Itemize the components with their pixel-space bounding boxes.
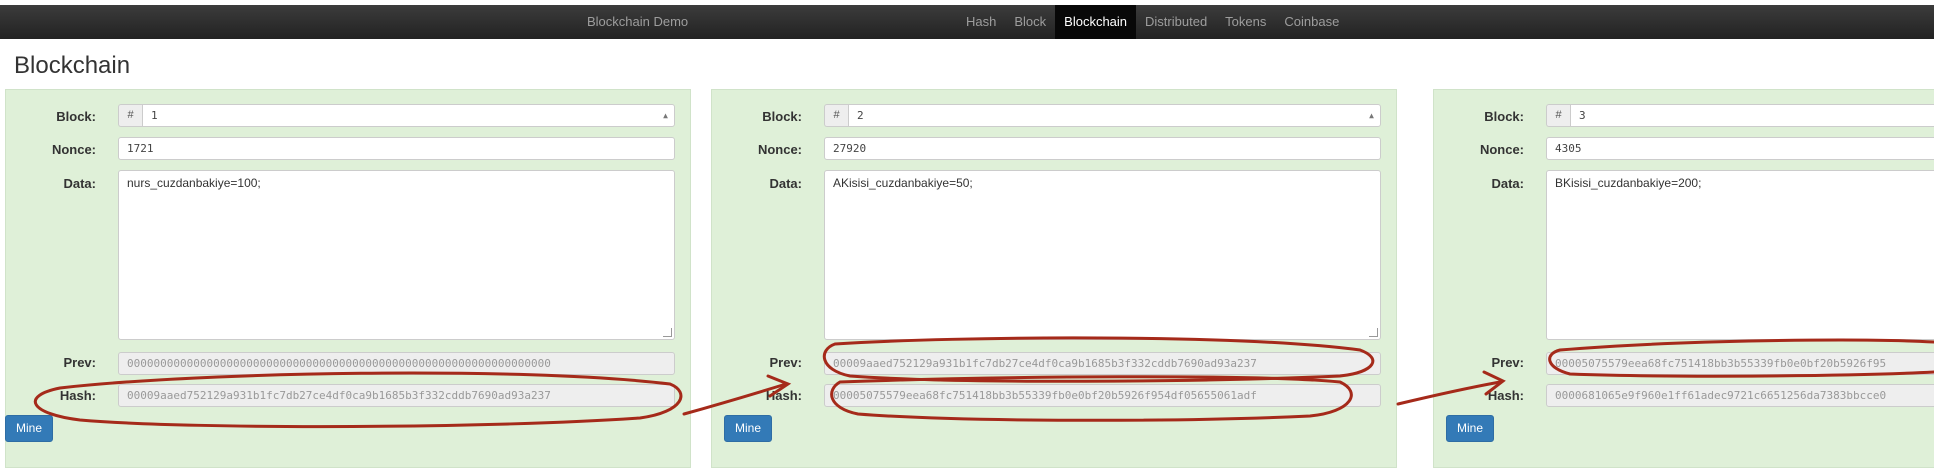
data-textarea[interactable]: AKisisi_cuzdanbakiye=50; bbox=[824, 170, 1381, 340]
hash-label: Hash: bbox=[765, 388, 802, 403]
block-number-value: 1 bbox=[151, 109, 158, 122]
hash-addon: # bbox=[118, 104, 142, 127]
block-label: Block: bbox=[762, 109, 802, 124]
block-number-input[interactable]: # 2 ▲ bbox=[824, 104, 1381, 127]
block-number-input[interactable]: # 1 ▲ bbox=[118, 104, 675, 127]
data-label: Data: bbox=[769, 176, 802, 191]
nav-links: Hash Block Blockchain Distributed Tokens… bbox=[957, 5, 1348, 39]
data-text: AKisisi_cuzdanbakiye=50; bbox=[833, 176, 973, 190]
navbar: Blockchain Demo Hash Block Blockchain Di… bbox=[0, 5, 1934, 39]
prev-label: Prev: bbox=[769, 355, 802, 370]
block-number-value: 2 bbox=[857, 109, 864, 122]
nav-coinbase[interactable]: Coinbase bbox=[1275, 5, 1348, 39]
nav-block[interactable]: Block bbox=[1005, 5, 1055, 39]
nav-distributed[interactable]: Distributed bbox=[1136, 5, 1216, 39]
nonce-label: Nonce: bbox=[1479, 142, 1524, 157]
resize-handle-icon[interactable] bbox=[1369, 328, 1378, 337]
prev-hash-field: 0000000000000000000000000000000000000000… bbox=[118, 352, 675, 375]
data-text: BKisisi_cuzdanbakiye=200; bbox=[1555, 176, 1702, 190]
nonce-input[interactable]: 1721 bbox=[118, 137, 675, 160]
nonce-input[interactable]: 4305 bbox=[1546, 137, 1934, 160]
spinner-icon[interactable]: ▲ bbox=[1369, 105, 1374, 126]
nonce-label: Nonce: bbox=[757, 142, 802, 157]
block-number-input[interactable]: # 3 bbox=[1546, 104, 1934, 127]
prev-hash-field: 00009aaed752129a931b1fc7db27ce4df0ca9b16… bbox=[824, 352, 1381, 375]
hash-field: 00009aaed752129a931b1fc7db27ce4df0ca9b16… bbox=[118, 384, 675, 407]
mine-button[interactable]: Mine bbox=[724, 415, 773, 442]
prev-label: Prev: bbox=[63, 355, 96, 370]
resize-handle-icon[interactable] bbox=[663, 328, 672, 337]
data-text: nurs_cuzdanbakiye=100; bbox=[127, 176, 261, 190]
spinner-icon[interactable]: ▲ bbox=[663, 105, 668, 126]
nonce-label: Nonce: bbox=[51, 142, 96, 157]
nav-hash[interactable]: Hash bbox=[957, 5, 1005, 39]
mine-button[interactable]: Mine bbox=[1446, 415, 1495, 442]
block-number-value: 3 bbox=[1579, 109, 1586, 122]
hash-addon: # bbox=[1546, 104, 1570, 127]
block-label: Block: bbox=[56, 109, 96, 124]
page-title: Blockchain bbox=[14, 52, 131, 79]
data-textarea[interactable]: BKisisi_cuzdanbakiye=200; bbox=[1546, 170, 1934, 340]
data-label: Data: bbox=[63, 176, 96, 191]
nav-blockchain[interactable]: Blockchain bbox=[1055, 5, 1137, 39]
hash-addon: # bbox=[824, 104, 848, 127]
nonce-input[interactable]: 27920 bbox=[824, 137, 1381, 160]
brand-link[interactable]: Blockchain Demo bbox=[587, 5, 688, 39]
block-card-2: Block: # 2 ▲ Nonce: 27920 Data: AKisisi_c… bbox=[711, 89, 1397, 468]
hash-label: Hash: bbox=[1487, 388, 1524, 403]
prev-label: Prev: bbox=[1491, 355, 1524, 370]
data-label: Data: bbox=[1491, 176, 1524, 191]
data-textarea[interactable]: nurs_cuzdanbakiye=100; bbox=[118, 170, 675, 340]
prev-hash-field: 00005075579eea68fc751418bb3b55339fb0e0bf… bbox=[1546, 352, 1934, 375]
hash-field: 0000681065e9f960e1ff61adec9721c6651256da… bbox=[1546, 384, 1934, 407]
block-card-3: Block: # 3 Nonce: 4305 Data: BKisisi_cuz… bbox=[1433, 89, 1934, 468]
hash-field: 00005075579eea68fc751418bb3b55339fb0e0bf… bbox=[824, 384, 1381, 407]
block-label: Block: bbox=[1484, 109, 1524, 124]
mine-button[interactable]: Mine bbox=[5, 415, 54, 442]
hash-label: Hash: bbox=[59, 388, 96, 403]
block-card-1: Block: # 1 ▲ Nonce: 1721 Data: nurs_cuzda… bbox=[5, 89, 691, 468]
nav-tokens[interactable]: Tokens bbox=[1216, 5, 1275, 39]
